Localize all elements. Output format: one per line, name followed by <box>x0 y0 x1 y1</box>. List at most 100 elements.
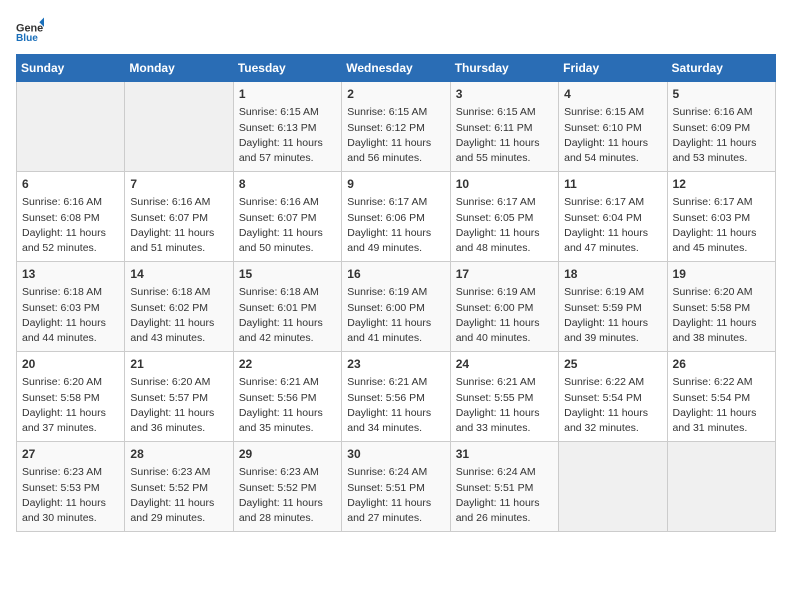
calendar-cell: 27Sunrise: 6:23 AMSunset: 5:53 PMDayligh… <box>17 442 125 532</box>
sunrise-text: Sunrise: 6:20 AM <box>673 286 753 298</box>
sunrise-text: Sunrise: 6:16 AM <box>239 196 319 208</box>
sunset-text: Sunset: 6:03 PM <box>22 302 100 314</box>
day-number: 2 <box>347 86 444 103</box>
sunset-text: Sunset: 6:00 PM <box>347 302 425 314</box>
day-number: 21 <box>130 356 227 373</box>
daylight-text: Daylight: 11 hours and 29 minutes. <box>130 497 214 524</box>
sunset-text: Sunset: 5:59 PM <box>564 302 642 314</box>
sunrise-text: Sunrise: 6:21 AM <box>456 376 536 388</box>
sunset-text: Sunset: 6:07 PM <box>130 212 208 224</box>
day-header-friday: Friday <box>559 55 667 82</box>
day-number: 12 <box>673 176 770 193</box>
sunrise-text: Sunrise: 6:19 AM <box>564 286 644 298</box>
sunrise-text: Sunrise: 6:20 AM <box>22 376 102 388</box>
calendar-cell: 18 Sunrise: 6:19 AM Sunset: 5:59 PM Dayligh… <box>559 262 667 352</box>
sunset-text: Sunset: 6:07 PM <box>239 212 317 224</box>
calendar-cell: 7Sunrise: 6:16 AMSunset: 6:07 PMDaylight… <box>125 172 233 262</box>
day-number: 8 <box>239 176 336 193</box>
sunset-text: Sunset: 5:54 PM <box>564 392 642 404</box>
day-number: 25 <box>564 356 661 373</box>
sunrise-text: Sunrise: 6:17 AM <box>347 196 427 208</box>
sunset-text: Sunset: 6:11 PM <box>456 122 533 134</box>
day-header-sunday: Sunday <box>17 55 125 82</box>
logo-icon: General Blue <box>16 16 44 44</box>
day-header-wednesday: Wednesday <box>342 55 450 82</box>
calendar-cell: 13Sunrise: 6:18 AMSunset: 6:03 PMDayligh… <box>17 262 125 352</box>
calendar-cell: 1Sunrise: 6:15 AMSunset: 6:13 PMDaylight… <box>233 82 341 172</box>
sunrise-text: Sunrise: 6:16 AM <box>673 106 753 118</box>
day-number: 14 <box>130 266 227 283</box>
sunset-text: Sunset: 6:02 PM <box>130 302 208 314</box>
daylight-text: Daylight: 11 hours and 34 minutes. <box>347 407 431 434</box>
daylight-text: Daylight: 11 hours and 44 minutes. <box>22 317 106 344</box>
daylight-text: Daylight: 11 hours and 31 minutes. <box>673 407 757 434</box>
day-number: 13 <box>22 266 119 283</box>
daylight-text: Daylight: 11 hours and 57 minutes. <box>239 137 323 164</box>
sunset-text: Sunset: 5:51 PM <box>347 482 425 494</box>
daylight-text: Daylight: 11 hours and 45 minutes. <box>673 227 757 254</box>
sunrise-text: Sunrise: 6:22 AM <box>673 376 753 388</box>
daylight-text: Daylight: 11 hours and 47 minutes. <box>564 227 648 254</box>
calendar-cell: 30Sunrise: 6:24 AMSunset: 5:51 PMDayligh… <box>342 442 450 532</box>
sunset-text: Sunset: 5:51 PM <box>456 482 534 494</box>
day-number: 1 <box>239 86 336 103</box>
day-header-thursday: Thursday <box>450 55 558 82</box>
daylight-text: Daylight: 11 hours and 51 minutes. <box>130 227 214 254</box>
sunset-text: Sunset: 6:00 PM <box>456 302 534 314</box>
daylight-text: Daylight: 11 hours and 52 minutes. <box>22 227 106 254</box>
daylight-text: Daylight: 11 hours and 39 minutes. <box>564 317 648 344</box>
calendar-cell: 11Sunrise: 6:17 AMSunset: 6:04 PMDayligh… <box>559 172 667 262</box>
daylight-text: Daylight: 11 hours and 30 minutes. <box>22 497 106 524</box>
daylight-text: Daylight: 11 hours and 49 minutes. <box>347 227 431 254</box>
calendar-cell: 16Sunrise: 6:19 AMSunset: 6:00 PMDayligh… <box>342 262 450 352</box>
calendar-cell: 15Sunrise: 6:18 AMSunset: 6:01 PMDayligh… <box>233 262 341 352</box>
sunrise-text: Sunrise: 6:15 AM <box>456 106 536 118</box>
sunrise-text: Sunrise: 6:21 AM <box>347 376 427 388</box>
svg-text:Blue: Blue <box>16 33 38 44</box>
calendar-cell: 26Sunrise: 6:22 AMSunset: 5:54 PMDayligh… <box>667 352 775 442</box>
day-number: 28 <box>130 446 227 463</box>
calendar-cell: 6Sunrise: 6:16 AMSunset: 6:08 PMDaylight… <box>17 172 125 262</box>
day-number: 20 <box>22 356 119 373</box>
day-header-monday: Monday <box>125 55 233 82</box>
sunrise-text: Sunrise: 6:16 AM <box>130 196 210 208</box>
sunset-text: Sunset: 6:09 PM <box>673 122 751 134</box>
sunset-text: Sunset: 6:12 PM <box>347 122 425 134</box>
calendar-cell: 2Sunrise: 6:15 AMSunset: 6:12 PMDaylight… <box>342 82 450 172</box>
daylight-text: Daylight: 11 hours and 33 minutes. <box>456 407 540 434</box>
sunrise-text: Sunrise: 6:20 AM <box>130 376 210 388</box>
calendar-cell: 29Sunrise: 6:23 AMSunset: 5:52 PMDayligh… <box>233 442 341 532</box>
daylight-text: Daylight: 11 hours and 43 minutes. <box>130 317 214 344</box>
sunset-text: Sunset: 6:08 PM <box>22 212 100 224</box>
calendar-cell: 3Sunrise: 6:15 AMSunset: 6:11 PMDaylight… <box>450 82 558 172</box>
sunset-text: Sunset: 6:13 PM <box>239 122 317 134</box>
sunrise-text: Sunrise: 6:17 AM <box>456 196 536 208</box>
sunset-text: Sunset: 5:53 PM <box>22 482 100 494</box>
daylight-text: Daylight: 11 hours and 54 minutes. <box>564 137 648 164</box>
calendar-cell <box>125 82 233 172</box>
sunrise-text: Sunrise: 6:17 AM <box>673 196 753 208</box>
calendar-cell: 8Sunrise: 6:16 AMSunset: 6:07 PMDaylight… <box>233 172 341 262</box>
day-number: 18 <box>564 266 661 283</box>
calendar-cell: 23Sunrise: 6:21 AMSunset: 5:56 PMDayligh… <box>342 352 450 442</box>
sunrise-text: Sunrise: 6:21 AM <box>239 376 319 388</box>
sunrise-text: Sunrise: 6:19 AM <box>347 286 427 298</box>
sunset-text: Sunset: 6:05 PM <box>456 212 534 224</box>
day-header-tuesday: Tuesday <box>233 55 341 82</box>
logo: General Blue <box>16 16 48 44</box>
daylight-text: Daylight: 11 hours and 53 minutes. <box>673 137 757 164</box>
calendar-cell: 24Sunrise: 6:21 AMSunset: 5:55 PMDayligh… <box>450 352 558 442</box>
daylight-text: Daylight: 11 hours and 28 minutes. <box>239 497 323 524</box>
daylight-text: Daylight: 11 hours and 27 minutes. <box>347 497 431 524</box>
calendar-cell: 25Sunrise: 6:22 AMSunset: 5:54 PMDayligh… <box>559 352 667 442</box>
daylight-text: Daylight: 11 hours and 38 minutes. <box>673 317 757 344</box>
calendar-cell: 20Sunrise: 6:20 AMSunset: 5:58 PMDayligh… <box>17 352 125 442</box>
week-row-2: 6Sunrise: 6:16 AMSunset: 6:08 PMDaylight… <box>17 172 776 262</box>
sunset-text: Sunset: 5:58 PM <box>673 302 751 314</box>
day-number: 29 <box>239 446 336 463</box>
day-header-saturday: Saturday <box>667 55 775 82</box>
day-number: 22 <box>239 356 336 373</box>
day-number: 30 <box>347 446 444 463</box>
sunset-text: Sunset: 6:01 PM <box>239 302 317 314</box>
week-row-1: 1 Sunrise: 6:15 AM Sunset: 6:13 PM Daylight… <box>17 82 776 172</box>
